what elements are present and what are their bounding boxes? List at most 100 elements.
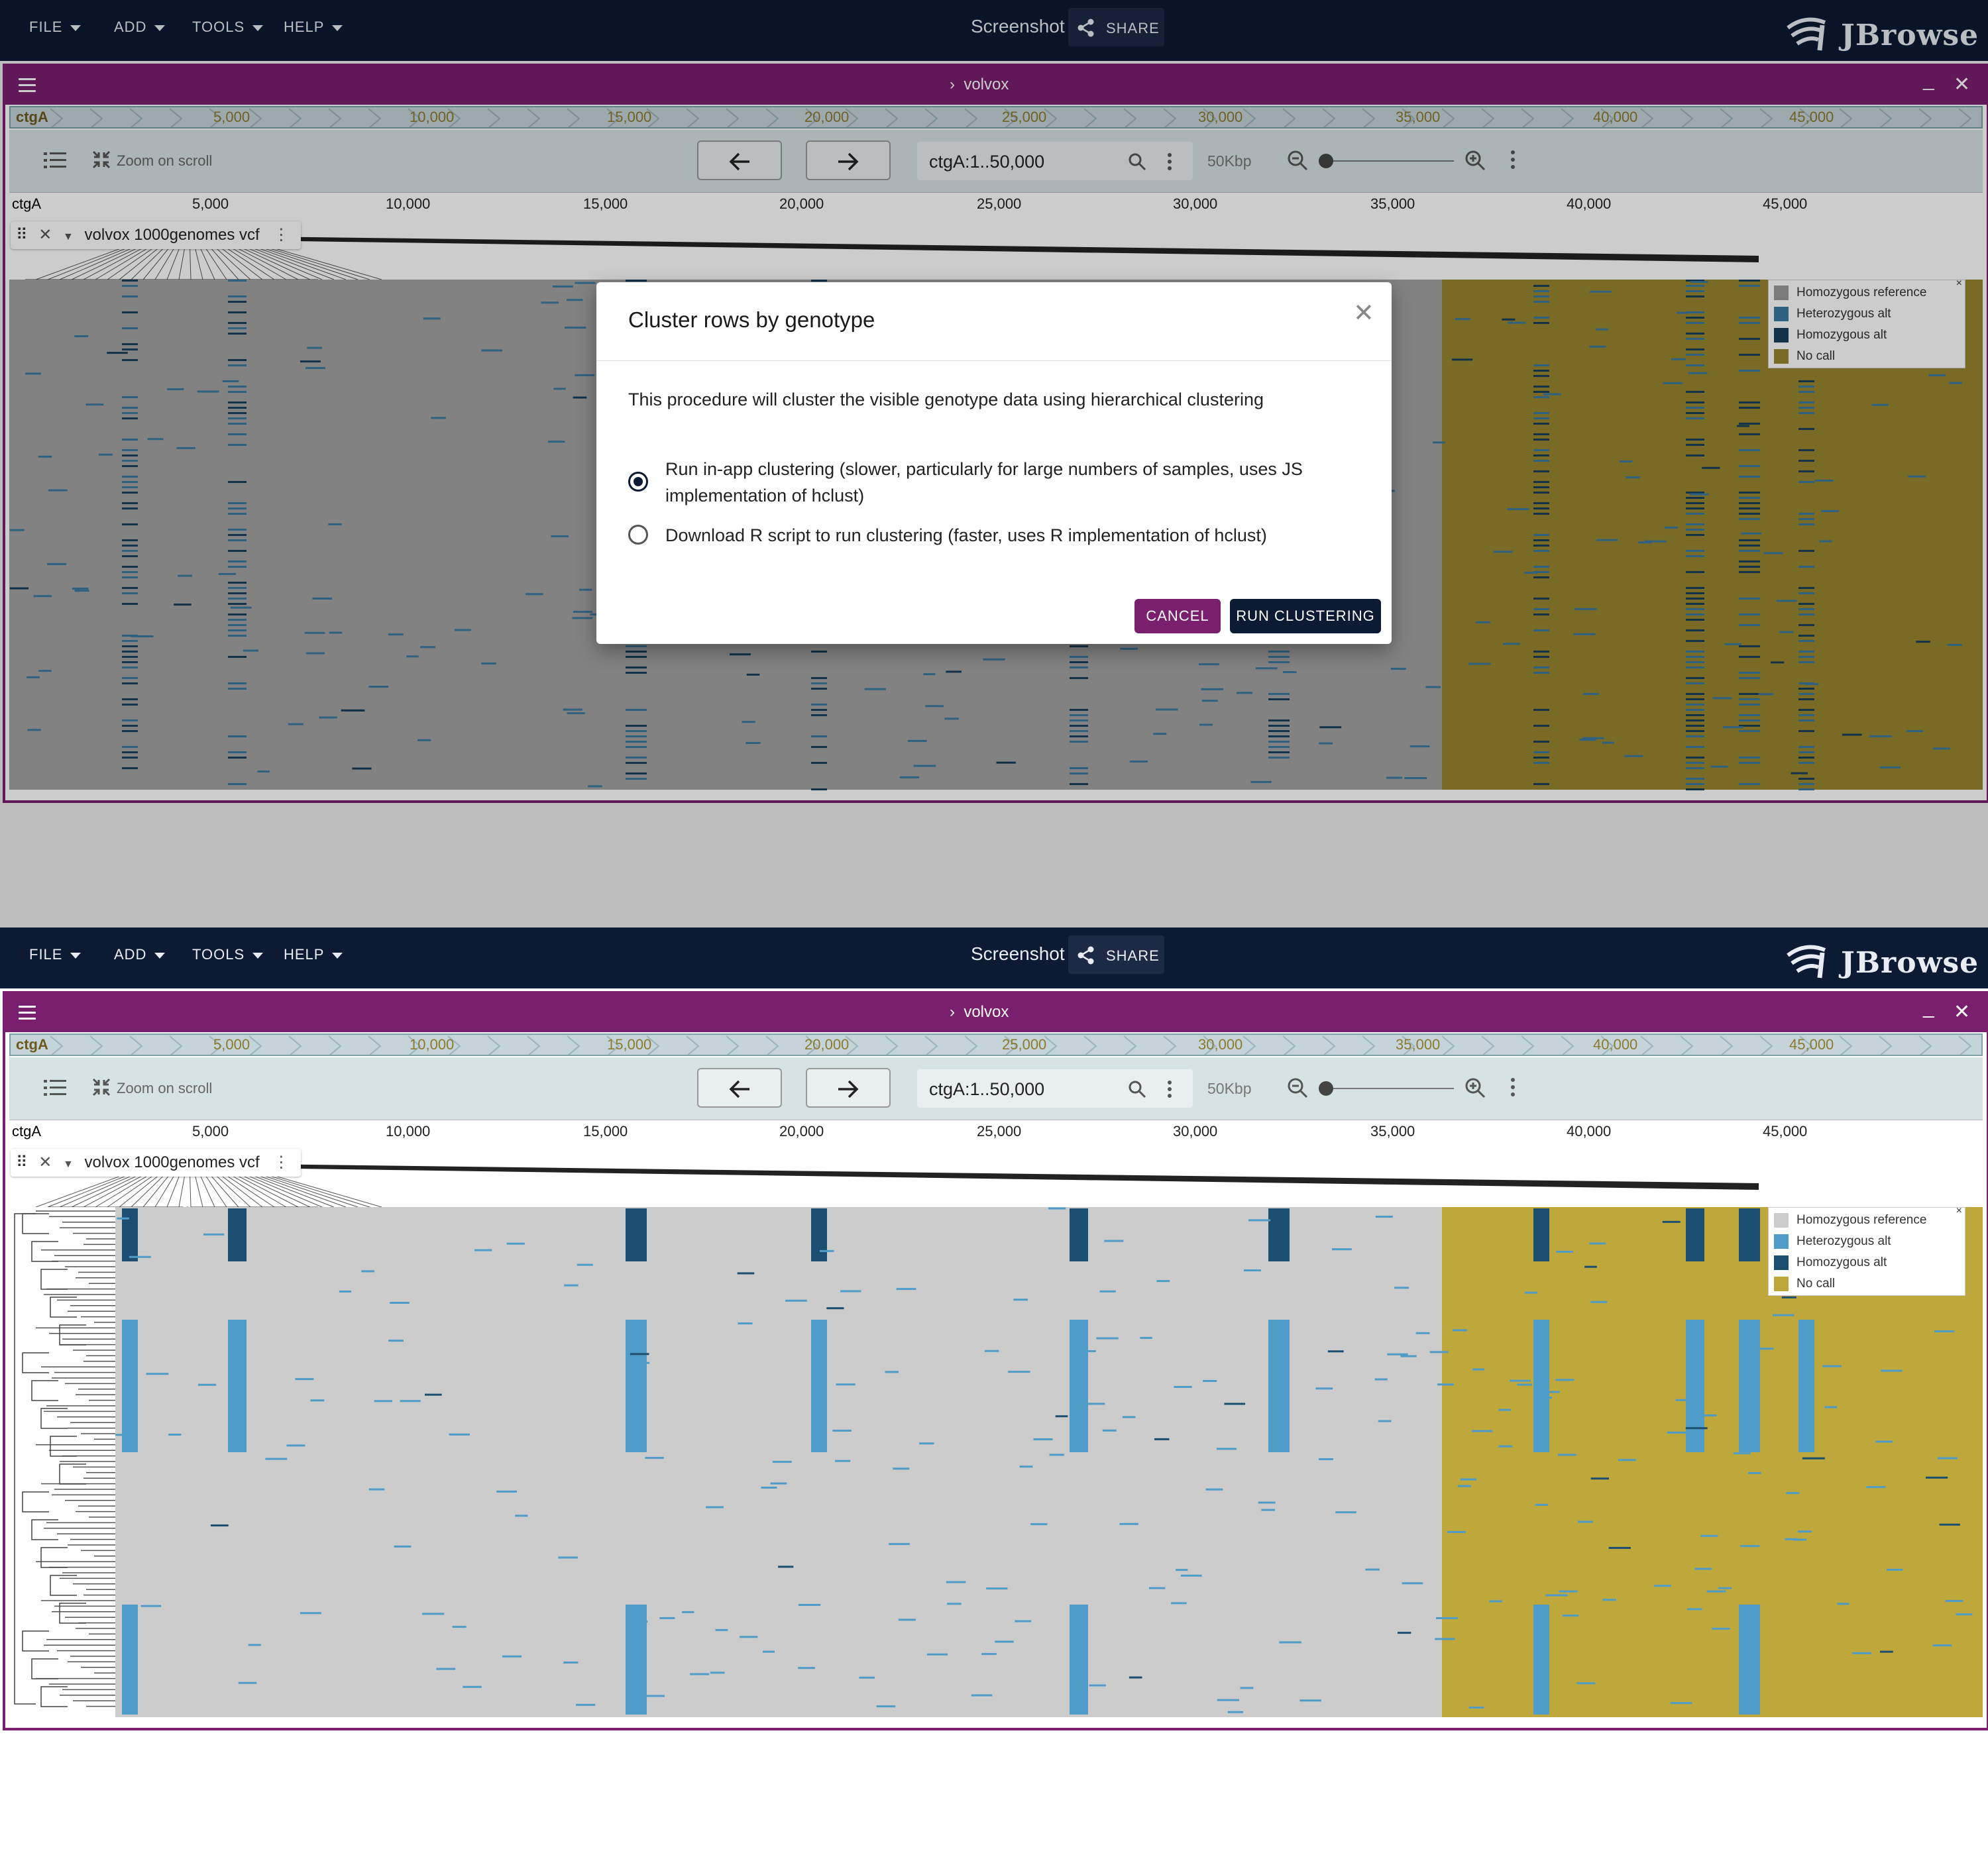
het-block	[811, 1320, 827, 1452]
genotype-cell	[1468, 1706, 1484, 1709]
genotype-cell	[737, 1272, 755, 1275]
genotype-cell	[740, 1636, 758, 1638]
ruler[interactable]: ctgA 5,000 10,000 15,000 20,000 25,000 3…	[9, 1120, 1983, 1144]
share-label: SHARE	[1106, 947, 1160, 964]
chevron-down-icon[interactable]: ▼	[63, 1159, 74, 1170]
view-name[interactable]: › volvox	[950, 1003, 1009, 1022]
genotype-cell	[1886, 1568, 1903, 1571]
genotype-cell	[798, 1604, 821, 1607]
genotype-cell	[1174, 1385, 1192, 1388]
genotype-cell	[1510, 1379, 1531, 1382]
cancel-button[interactable]: CANCEL	[1134, 599, 1221, 633]
genotype-cell	[1852, 1652, 1872, 1654]
close-dialog-icon[interactable]: ✕	[1353, 298, 1374, 328]
track-list-icon[interactable]	[44, 1079, 66, 1097]
genotype-cell	[1757, 1348, 1774, 1350]
more-vert-icon[interactable]	[1166, 1080, 1173, 1098]
menu-tools[interactable]: TOOLS	[192, 946, 264, 963]
pan-left-button[interactable]	[697, 1068, 782, 1108]
option-r-label[interactable]: Download R script to run clustering (fas…	[665, 522, 1368, 549]
genotype-cell	[646, 1695, 665, 1697]
genotype-cell	[436, 1668, 456, 1670]
genotype-cell	[706, 1506, 724, 1509]
genotype-cell	[1258, 1501, 1276, 1504]
homalt-block	[1070, 1208, 1088, 1261]
close-legend-icon[interactable]: ×	[1956, 1205, 1962, 1217]
genotype-cell	[1013, 1298, 1028, 1301]
zoom-slider[interactable]	[1321, 1088, 1454, 1089]
pan-right-button[interactable]	[806, 1068, 891, 1108]
ruler-tick: 5,000	[192, 1123, 229, 1140]
zoom-scroll-icon[interactable]	[91, 1077, 111, 1097]
overview-scale-bar[interactable]: ctgA 5,000 10,000 15,000 20,000 25,000 3…	[9, 1034, 1983, 1056]
genotype-cell	[682, 1611, 694, 1613]
genotype-cell	[770, 1482, 787, 1485]
homalt-block	[1533, 1208, 1549, 1261]
genotype-cell	[1875, 1440, 1893, 1443]
genotype-cell	[1119, 1522, 1138, 1525]
genotype-cell	[778, 1565, 794, 1568]
cluster-dialog: Cluster rows by genotype ✕ This procedur…	[596, 282, 1392, 644]
genotype-cell	[1740, 1230, 1758, 1233]
genotype-cell	[1243, 1269, 1261, 1272]
genotype-cell	[1415, 1332, 1430, 1334]
menu-file[interactable]: FILE	[29, 946, 82, 963]
genotype-cell	[715, 1628, 728, 1631]
genotype-cell	[1205, 1488, 1223, 1491]
close-icon[interactable]: ✕	[1954, 1000, 1970, 1024]
hamburger-menu-icon[interactable]	[19, 1006, 36, 1024]
search-icon[interactable]	[1128, 1080, 1146, 1098]
genotype-cell	[1945, 1600, 1963, 1603]
genotype-matrix-clustered[interactable]	[9, 1143, 1983, 1720]
genotype-cell	[1498, 1445, 1513, 1448]
logo-text: JBrowse	[1841, 946, 1979, 980]
het-block	[1070, 1605, 1088, 1715]
run-clustering-button[interactable]: RUN CLUSTERING	[1230, 599, 1381, 633]
ruler-tick: 45,000	[1763, 1123, 1808, 1140]
menu-help[interactable]: HELP	[284, 946, 343, 963]
genotype-cell	[1700, 1534, 1718, 1537]
ruler-tick: 40,000	[1567, 1123, 1612, 1140]
radio-inapp-clustering[interactable]	[628, 472, 648, 492]
genotype-cell	[1786, 1492, 1800, 1495]
genotype-cell	[1498, 1408, 1511, 1411]
share-button[interactable]: SHARE	[1068, 935, 1164, 974]
session-title[interactable]: Screenshot	[971, 943, 1065, 965]
genotype-cell	[563, 1661, 579, 1664]
genotype-cell	[168, 1433, 182, 1436]
location-input[interactable]	[928, 1079, 1129, 1100]
genotype-cell	[368, 1488, 385, 1491]
genotype-cell	[502, 1655, 522, 1658]
zoom-out-icon[interactable]	[1287, 1077, 1308, 1098]
genotype-cell	[885, 1371, 899, 1373]
minimize-icon[interactable]: _	[1923, 996, 1934, 1019]
drag-handle-icon[interactable]: ⠿	[16, 1153, 28, 1171]
zoom-in-icon[interactable]	[1464, 1077, 1486, 1098]
close-track-icon[interactable]: ✕	[38, 1153, 52, 1171]
radio-r-script[interactable]	[628, 525, 648, 545]
track-menu-icon[interactable]: ⋮	[273, 1153, 289, 1171]
menu-file-label: FILE	[29, 946, 63, 963]
track-label[interactable]: ⠿ ✕ ▼ volvox 1000genomes vcf ⋮	[11, 1149, 302, 1177]
genotype-cell	[1675, 1399, 1692, 1401]
zoom-slider-thumb[interactable]	[1319, 1081, 1333, 1096]
ruler-tick: 25,000	[977, 1123, 1022, 1140]
genotype-cell	[919, 1442, 934, 1445]
ruler-refname: ctgA	[12, 1123, 42, 1140]
genotype-cell	[984, 1350, 999, 1352]
option-inapp-label[interactable]: Run in-app clustering (slower, particula…	[665, 456, 1368, 509]
genotype-cell	[986, 1587, 1008, 1590]
genotype-cell	[1437, 1383, 1455, 1386]
genotype-cell	[1699, 1414, 1717, 1416]
homalt-block	[811, 1208, 827, 1261]
genotype-cell	[1240, 1687, 1254, 1689]
genotype-cell	[1576, 1682, 1596, 1685]
menu-add[interactable]: ADD	[114, 946, 166, 963]
genotype-cell	[1079, 1350, 1096, 1352]
genotype-cell	[1248, 1219, 1271, 1222]
genotype-cell	[762, 1650, 775, 1653]
legend-label: Homozygous alt	[1796, 1255, 1887, 1269]
zoom-on-scroll-label[interactable]: Zoom on scroll	[117, 1080, 212, 1097]
view-menu-icon[interactable]	[1510, 1077, 1516, 1097]
genotype-cell	[1099, 1290, 1116, 1293]
